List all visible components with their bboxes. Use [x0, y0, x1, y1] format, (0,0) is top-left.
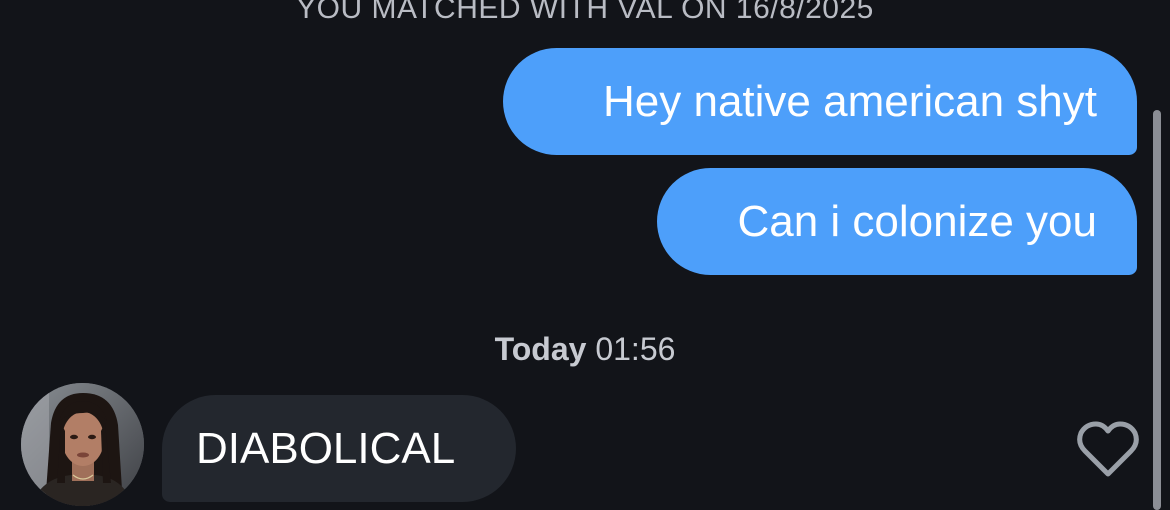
received-message-text: DIABOLICAL [196, 423, 456, 473]
timestamp-time: 01:56 [595, 331, 676, 367]
heart-outline-icon[interactable] [1076, 420, 1140, 480]
sent-message-bubble[interactable]: Can i colonize you [657, 168, 1137, 275]
sent-message-text: Hey native american shyt [603, 76, 1097, 126]
timestamp-day: Today [494, 331, 587, 367]
chat-screen: YOU MATCHED WITH VAL ON 16/8/2025 Hey na… [0, 0, 1170, 510]
match-banner: YOU MATCHED WITH VAL ON 16/8/2025 [296, 0, 874, 25]
scrollbar[interactable] [1153, 110, 1161, 510]
message-timestamp: Today 01:56 [0, 330, 1170, 368]
sent-message-bubble[interactable]: Hey native american shyt [503, 48, 1137, 155]
avatar-photo [21, 383, 144, 506]
sent-message-text: Can i colonize you [737, 196, 1097, 246]
received-message-bubble[interactable]: DIABOLICAL [162, 395, 516, 502]
avatar[interactable] [21, 383, 144, 506]
